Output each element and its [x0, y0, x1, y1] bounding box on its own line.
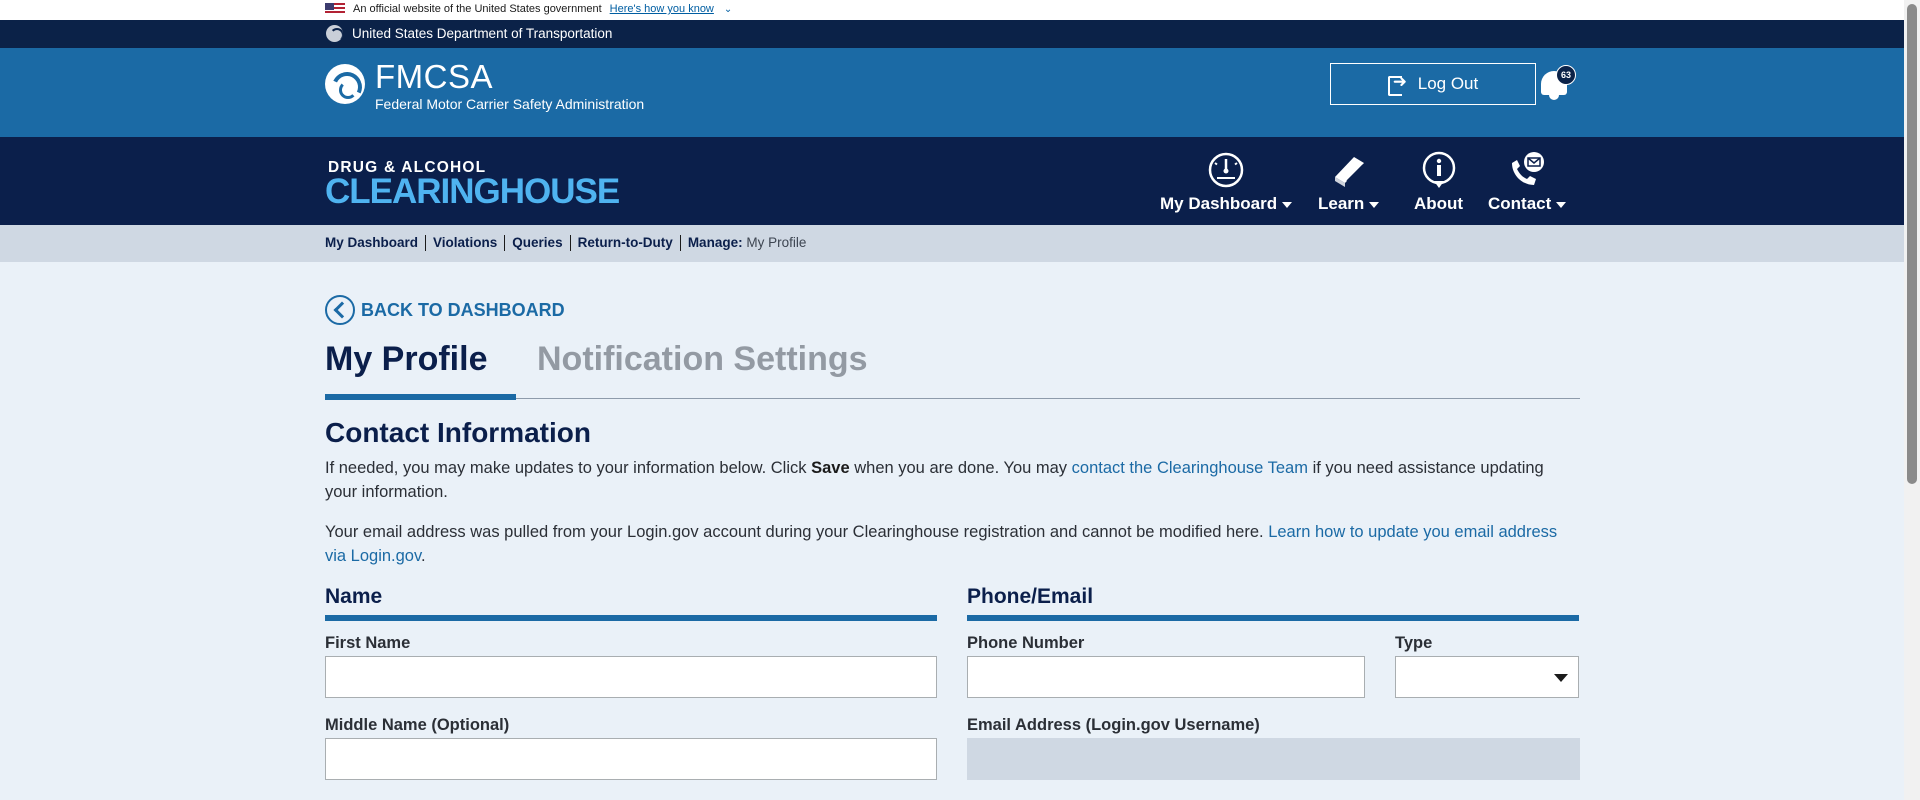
- fmcsa-title[interactable]: FMCSA: [375, 58, 493, 96]
- log-out-label: Log Out: [1417, 74, 1479, 93]
- us-flag-icon: [325, 3, 345, 15]
- breadcrumb-violations[interactable]: Violations: [425, 235, 504, 251]
- phone-type-select[interactable]: [1395, 656, 1579, 698]
- nav-contact[interactable]: Contact: [1488, 151, 1567, 214]
- section-title: Contact Information: [325, 417, 591, 448]
- first-name-label: First Name: [325, 634, 411, 652]
- tab-notification-settings[interactable]: Notification Settings: [537, 340, 868, 379]
- contact-clearinghouse-team-link[interactable]: contact the Clearinghouse Team: [1072, 459, 1308, 477]
- save-emphasis: Save: [811, 459, 850, 477]
- log-out-button[interactable]: Log Out: [1330, 63, 1536, 105]
- breadcrumb-return-to-duty[interactable]: Return-to-Duty: [569, 235, 680, 251]
- breadcrumb-manage: Manage: My Profile: [679, 235, 814, 251]
- caret-down-icon: [1556, 201, 1567, 208]
- email-address-input: [967, 738, 1580, 780]
- notification-count-badge: 63: [1556, 65, 1576, 85]
- dot-bar: United States Department of Transportati…: [0, 20, 1904, 48]
- back-to-dashboard-label: BACK TO DASHBOARD: [361, 299, 565, 320]
- nav-about-label: About: [1414, 194, 1464, 213]
- fmcsa-header: FMCSA Federal Motor Carrier Safety Admin…: [0, 48, 1904, 137]
- nav-my-dashboard[interactable]: My Dashboard: [1160, 151, 1293, 214]
- chevron-down-icon[interactable]: ⌄: [724, 4, 732, 15]
- nav-my-dashboard-label: My Dashboard: [1160, 194, 1278, 213]
- dashboard-gauge-icon: [1208, 152, 1244, 188]
- clearinghouse-header: DRUG & ALCOHOL CLEARINGHOUSE My Dashboar…: [0, 137, 1904, 225]
- nav-about[interactable]: About: [1414, 151, 1463, 214]
- caret-down-icon: [1282, 201, 1293, 208]
- page-scrollbar[interactable]: [1904, 0, 1920, 800]
- profile-tabs: My Profile Notification Settings: [325, 337, 1580, 400]
- email-info-paragraph: Your email address was pulled from your …: [325, 523, 1558, 565]
- book-icon: [1334, 157, 1364, 187]
- caret-down-icon: [1369, 201, 1380, 208]
- nav-learn[interactable]: Learn: [1318, 151, 1380, 214]
- phone-type-label: Type: [1395, 634, 1433, 652]
- dot-logo-icon: [326, 25, 343, 42]
- chevron-left-circle-icon: [325, 295, 355, 325]
- first-name-input[interactable]: [325, 656, 937, 698]
- instructions-paragraph: If needed, you may make updates to your …: [325, 459, 1544, 501]
- scrollbar-thumb[interactable]: [1907, 4, 1917, 484]
- breadcrumb-current-page: My Profile: [746, 235, 807, 250]
- breadcrumb-queries[interactable]: Queries: [504, 235, 569, 251]
- clearinghouse-logo-main[interactable]: CLEARINGHOUSE: [325, 172, 620, 212]
- heres-how-you-know-link[interactable]: Here's how you know: [610, 3, 714, 15]
- name-section-heading: Name: [325, 585, 937, 621]
- dot-text: United States Department of Transportati…: [352, 26, 613, 41]
- middle-name-input[interactable]: [325, 738, 937, 780]
- gov-banner: An official website of the United States…: [0, 0, 1904, 20]
- fmcsa-logo-icon[interactable]: [325, 64, 365, 104]
- middle-name-label: Middle Name (Optional): [325, 716, 510, 734]
- tab-my-profile[interactable]: My Profile: [325, 340, 487, 379]
- breadcrumb-my-dashboard[interactable]: My Dashboard: [325, 235, 425, 251]
- breadcrumb: My Dashboard Violations Queries Return-t…: [325, 235, 813, 251]
- info-icon: [1422, 151, 1455, 188]
- phone-email-icon: [1512, 152, 1545, 185]
- active-tab-indicator: [325, 394, 516, 400]
- breadcrumb-bar: My Dashboard Violations Queries Return-t…: [0, 225, 1904, 262]
- nav-contact-label: Contact: [1488, 194, 1552, 213]
- email-address-label: Email Address (Login.gov Username): [967, 716, 1260, 734]
- caret-down-icon: [1554, 674, 1568, 682]
- nav-learn-label: Learn: [1318, 194, 1365, 213]
- phone-number-label: Phone Number: [967, 634, 1085, 652]
- phone-email-section-heading: Phone/Email: [967, 585, 1579, 621]
- fmcsa-subtitle[interactable]: Federal Motor Carrier Safety Administrat…: [375, 96, 644, 112]
- back-to-dashboard-link[interactable]: BACK TO DASHBOARD: [325, 295, 565, 325]
- sign-out-icon: [1387, 72, 1410, 96]
- gov-banner-text: An official website of the United States…: [353, 3, 602, 15]
- phone-number-input[interactable]: [967, 656, 1365, 698]
- notifications-bell-icon[interactable]: 63: [1538, 65, 1576, 105]
